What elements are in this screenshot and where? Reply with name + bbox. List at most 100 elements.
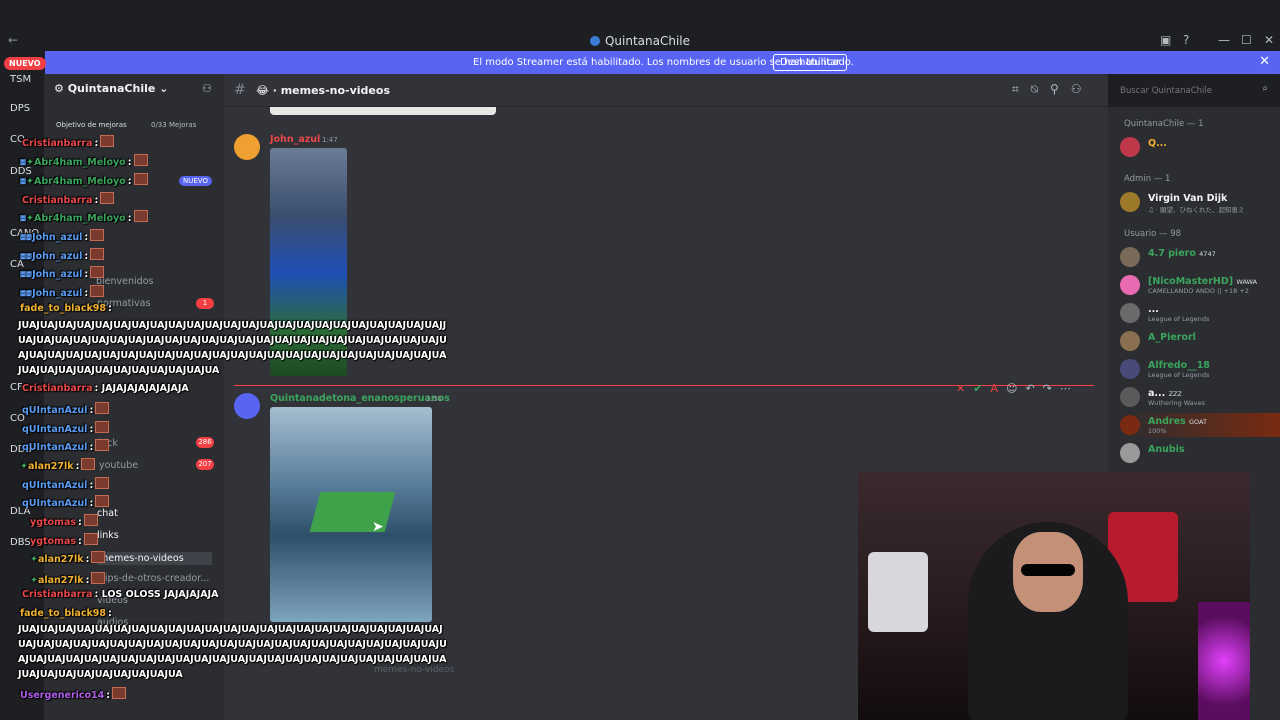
- reply-icon[interactable]: ↶: [1025, 382, 1042, 395]
- search-box[interactable]: ⌕: [1114, 80, 1274, 100]
- new-pill: NUEVO: [4, 57, 46, 70]
- sunglasses: [1021, 564, 1075, 576]
- server-icon[interactable]: DDS: [10, 444, 32, 455]
- message-timestamp: 1:47: [322, 136, 338, 144]
- header-toolbar: ⌗⍉⚲⚇: [1012, 82, 1094, 97]
- server-logo-icon: [589, 36, 600, 46]
- avatar[interactable]: [234, 134, 260, 160]
- message-author[interactable]: Quintanadetona_enanosperuanos: [270, 393, 450, 404]
- composer-placeholder[interactable]: memes-no-videos: [374, 665, 454, 675]
- server-icon[interactable]: CO: [10, 134, 25, 145]
- avatar: [1120, 275, 1140, 295]
- member-item[interactable]: 4.7 piero 4747: [1120, 245, 1280, 269]
- chat-header: # 😂 · memes-no-videos ⌗⍉⚲⚇: [224, 74, 1108, 107]
- check-icon[interactable]: ✔: [973, 382, 990, 395]
- message-timestamp: 1:50: [426, 395, 442, 403]
- channel-memes-no-videos[interactable]: memes-no-videos: [97, 552, 212, 565]
- banner-close-icon[interactable]: ✕: [1259, 54, 1270, 69]
- hash-icon: #: [234, 82, 246, 98]
- channel-youtube[interactable]: youtube: [99, 460, 138, 471]
- mute-icon[interactable]: ⍉: [1031, 82, 1050, 96]
- rgb-light: [1198, 602, 1250, 720]
- guild-name[interactable]: ⚙ QuintanaChile ⌄: [54, 82, 168, 95]
- emoji-icon[interactable]: ☺: [1006, 382, 1025, 395]
- member-group-header: Admin — 1: [1124, 174, 1171, 184]
- channel-links[interactable]: links: [97, 530, 119, 541]
- channel-audios[interactable]: audios: [97, 617, 128, 628]
- server-icon[interactable]: CF: [10, 382, 23, 393]
- disable-streamer-button[interactable]: Deshabilitar: [773, 54, 848, 71]
- minimize-button[interactable]: —: [1218, 33, 1230, 47]
- boost-goal[interactable]: Objetivo de mejoras 0/33 Mejoras: [56, 121, 196, 129]
- forward-icon[interactable]: ↷: [1043, 382, 1060, 395]
- members-icon[interactable]: ⚇: [1071, 82, 1094, 96]
- avatar: [1120, 331, 1140, 351]
- unread-badge: 207: [196, 459, 214, 470]
- member-item[interactable]: a... ZZZ Wuthering Waves: [1120, 385, 1280, 409]
- channel-chat[interactable]: chat: [97, 508, 118, 519]
- avatar: [1120, 192, 1140, 212]
- avatar: [1120, 303, 1140, 323]
- close-window-button[interactable]: ✕: [1264, 33, 1274, 47]
- channel-kick[interactable]: kick: [99, 438, 118, 449]
- member-item[interactable]: Anubis: [1120, 441, 1280, 465]
- threads-icon[interactable]: ⌗: [1012, 82, 1031, 96]
- avatar: [1120, 415, 1140, 435]
- a-icon[interactable]: A: [990, 382, 1006, 395]
- member-item[interactable]: Q...: [1120, 135, 1280, 159]
- message-actions: ✕✔A☺↶↷⋯: [956, 382, 1079, 395]
- close-icon[interactable]: ✕: [956, 382, 973, 395]
- previous-embed: [270, 107, 496, 115]
- mouse-cursor-icon: ➤: [372, 519, 384, 535]
- title-bar: ← QuintanaChile ▣ ? — ☐ ✕: [0, 0, 1280, 51]
- channel-title: 😂 · memes-no-videos: [256, 84, 390, 97]
- channel-sidebar: ⚙ QuintanaChile ⌄ ⚇ Objetivo de mejoras 0…: [44, 74, 224, 720]
- server-icon[interactable]: CA: [10, 259, 24, 270]
- streamer-mode-banner: El modo Streamer está habilitado. Los no…: [45, 51, 1280, 74]
- channel-normativas[interactable]: normativas: [97, 298, 150, 309]
- meme-image[interactable]: [270, 148, 347, 376]
- invite-icon[interactable]: ⚇: [202, 82, 212, 95]
- member-item[interactable]: ... League of Legends: [1120, 301, 1280, 325]
- server-icon[interactable]: DLA: [10, 506, 30, 517]
- member-item[interactable]: A_Pierorl: [1120, 329, 1280, 353]
- avatar: [1120, 443, 1140, 463]
- jersey-white: [868, 552, 928, 632]
- server-icon[interactable]: DBS: [10, 537, 31, 548]
- message-author[interactable]: John_azul: [270, 134, 320, 145]
- gear-icon: ⚙: [54, 82, 68, 95]
- member-item[interactable]: [NicoMasterHD] WAWA CAMELLANDO ANDO || +1…: [1120, 273, 1280, 297]
- server-icon[interactable]: CANO: [10, 228, 39, 239]
- server-icon[interactable]: TSM: [10, 74, 31, 85]
- avatar: [1120, 359, 1140, 379]
- avatar: [1120, 137, 1140, 157]
- window-title: QuintanaChile: [0, 34, 1280, 48]
- channel-videos[interactable]: videos: [97, 595, 128, 606]
- inbox-icon[interactable]: ▣: [1160, 33, 1171, 47]
- member-item[interactable]: Virgin Van Dijk ♫ · 願望、ひねくれた、超知恵ミ: [1120, 190, 1280, 214]
- avatar[interactable]: [234, 393, 260, 419]
- maximize-button[interactable]: ☐: [1241, 33, 1252, 47]
- new-badge: NUEVO: [179, 176, 212, 186]
- member-item[interactable]: Alfredo__18 League of Legends: [1120, 357, 1280, 381]
- help-icon[interactable]: ?: [1183, 33, 1189, 47]
- meme-image[interactable]: [270, 407, 432, 622]
- server-icon[interactable]: CO: [10, 413, 25, 424]
- search-input[interactable]: [1118, 83, 1252, 99]
- unread-badge: 1: [196, 298, 214, 309]
- server-icon[interactable]: DPS: [10, 103, 30, 114]
- channel-bienvenidos[interactable]: bienvenidos: [96, 276, 153, 287]
- server-list: TSM DPS CO DDS CANO CA CF CO DDS DLA DBS: [0, 74, 44, 720]
- webcam-overlay: [858, 472, 1250, 720]
- more-icon[interactable]: ⋯: [1060, 382, 1079, 395]
- member-group-header: Usuario — 98: [1124, 229, 1182, 239]
- avatar: [1120, 387, 1140, 407]
- avatar: [1120, 247, 1140, 267]
- member-group-header: QuintanaChile — 1: [1124, 119, 1204, 129]
- channel-clips[interactable]: clips-de-otros-creador...: [97, 573, 209, 584]
- member-item[interactable]: Andres GOAT 100%: [1120, 413, 1280, 437]
- pin-icon[interactable]: ⚲: [1050, 82, 1071, 96]
- unread-badge: 286: [196, 437, 214, 448]
- chevron-down-icon: ⌄: [155, 82, 169, 95]
- server-icon[interactable]: DDS: [10, 166, 32, 177]
